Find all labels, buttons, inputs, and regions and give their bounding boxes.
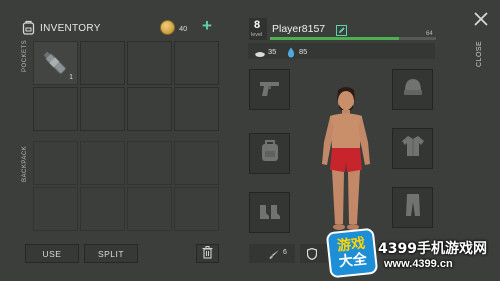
legs-slot[interactable]: [392, 187, 433, 228]
use-button[interactable]: USE: [25, 244, 79, 263]
backpack-slot[interactable]: [174, 187, 219, 231]
split-button[interactable]: SPLIT: [84, 244, 138, 263]
beanie-icon: [400, 74, 426, 105]
boots-icon: [257, 197, 283, 228]
xp-bar-track: [270, 37, 436, 40]
pistol-icon: [257, 74, 283, 105]
watermark-logo-bottom: 大全: [338, 251, 368, 271]
thirst-value: 85: [299, 47, 308, 56]
hunger-icon: [254, 46, 266, 64]
watermark-logo: 游戏 大全: [325, 227, 379, 279]
backpack-slot[interactable]: [80, 187, 125, 231]
level-number: 8: [254, 19, 261, 31]
player-name: Player8157: [272, 23, 326, 35]
hunger-value: 35: [268, 47, 277, 56]
close-label[interactable]: CLOSE: [476, 41, 483, 67]
inventory-title: INVENTORY: [40, 23, 101, 34]
watermark-site-name: 4399手机游戏网: [378, 241, 487, 257]
pocket-slot[interactable]: [127, 41, 172, 85]
pants-icon: [400, 192, 426, 223]
item-count: 1: [69, 74, 73, 81]
pocket-slot[interactable]: [80, 41, 125, 85]
backpack-slot-equip[interactable]: [249, 133, 290, 174]
level-label: level: [251, 32, 263, 38]
body-slot[interactable]: [392, 128, 433, 169]
backpack-slot[interactable]: [174, 141, 219, 185]
pocket-slot[interactable]: [174, 87, 219, 131]
xp-bar-fill: [270, 37, 400, 40]
watermark-site-url: www.4399.cn: [384, 258, 453, 270]
damage-value: 6: [283, 249, 287, 256]
shield-icon: [306, 247, 318, 265]
coin-icon: [160, 20, 175, 35]
water-bottle-icon: [40, 48, 70, 83]
jacket-icon: [400, 133, 426, 164]
backpack-slot[interactable]: [80, 141, 125, 185]
head-slot[interactable]: [392, 69, 433, 110]
close-icon[interactable]: [474, 12, 488, 26]
feet-slot[interactable]: [249, 192, 290, 233]
water-drop-icon: [287, 45, 295, 63]
knife-icon: [269, 247, 280, 265]
weapon-slot[interactable]: [249, 69, 290, 110]
pocket-slot[interactable]: 1: [33, 41, 78, 85]
backpack-label: BACKPACK: [22, 145, 28, 182]
trash-icon: [202, 246, 213, 261]
pocket-slot[interactable]: [127, 87, 172, 131]
pocket-slot[interactable]: [33, 87, 78, 131]
pocket-slot[interactable]: [80, 87, 125, 131]
edit-name-icon[interactable]: [336, 23, 347, 36]
trash-button[interactable]: [196, 244, 219, 263]
backpack-header-icon: [22, 20, 35, 35]
pockets-label: POCKETS: [22, 39, 28, 72]
backpack-slot[interactable]: [33, 187, 78, 231]
backpack-slot[interactable]: [33, 141, 78, 185]
coin-count: 40: [179, 24, 188, 33]
character-model: [310, 86, 380, 243]
pocket-slot[interactable]: [174, 41, 219, 85]
backpack-slot[interactable]: [127, 141, 172, 185]
backpack-slot[interactable]: [127, 187, 172, 231]
backpack-icon: [257, 138, 283, 169]
add-coins-button[interactable]: +: [202, 16, 212, 36]
